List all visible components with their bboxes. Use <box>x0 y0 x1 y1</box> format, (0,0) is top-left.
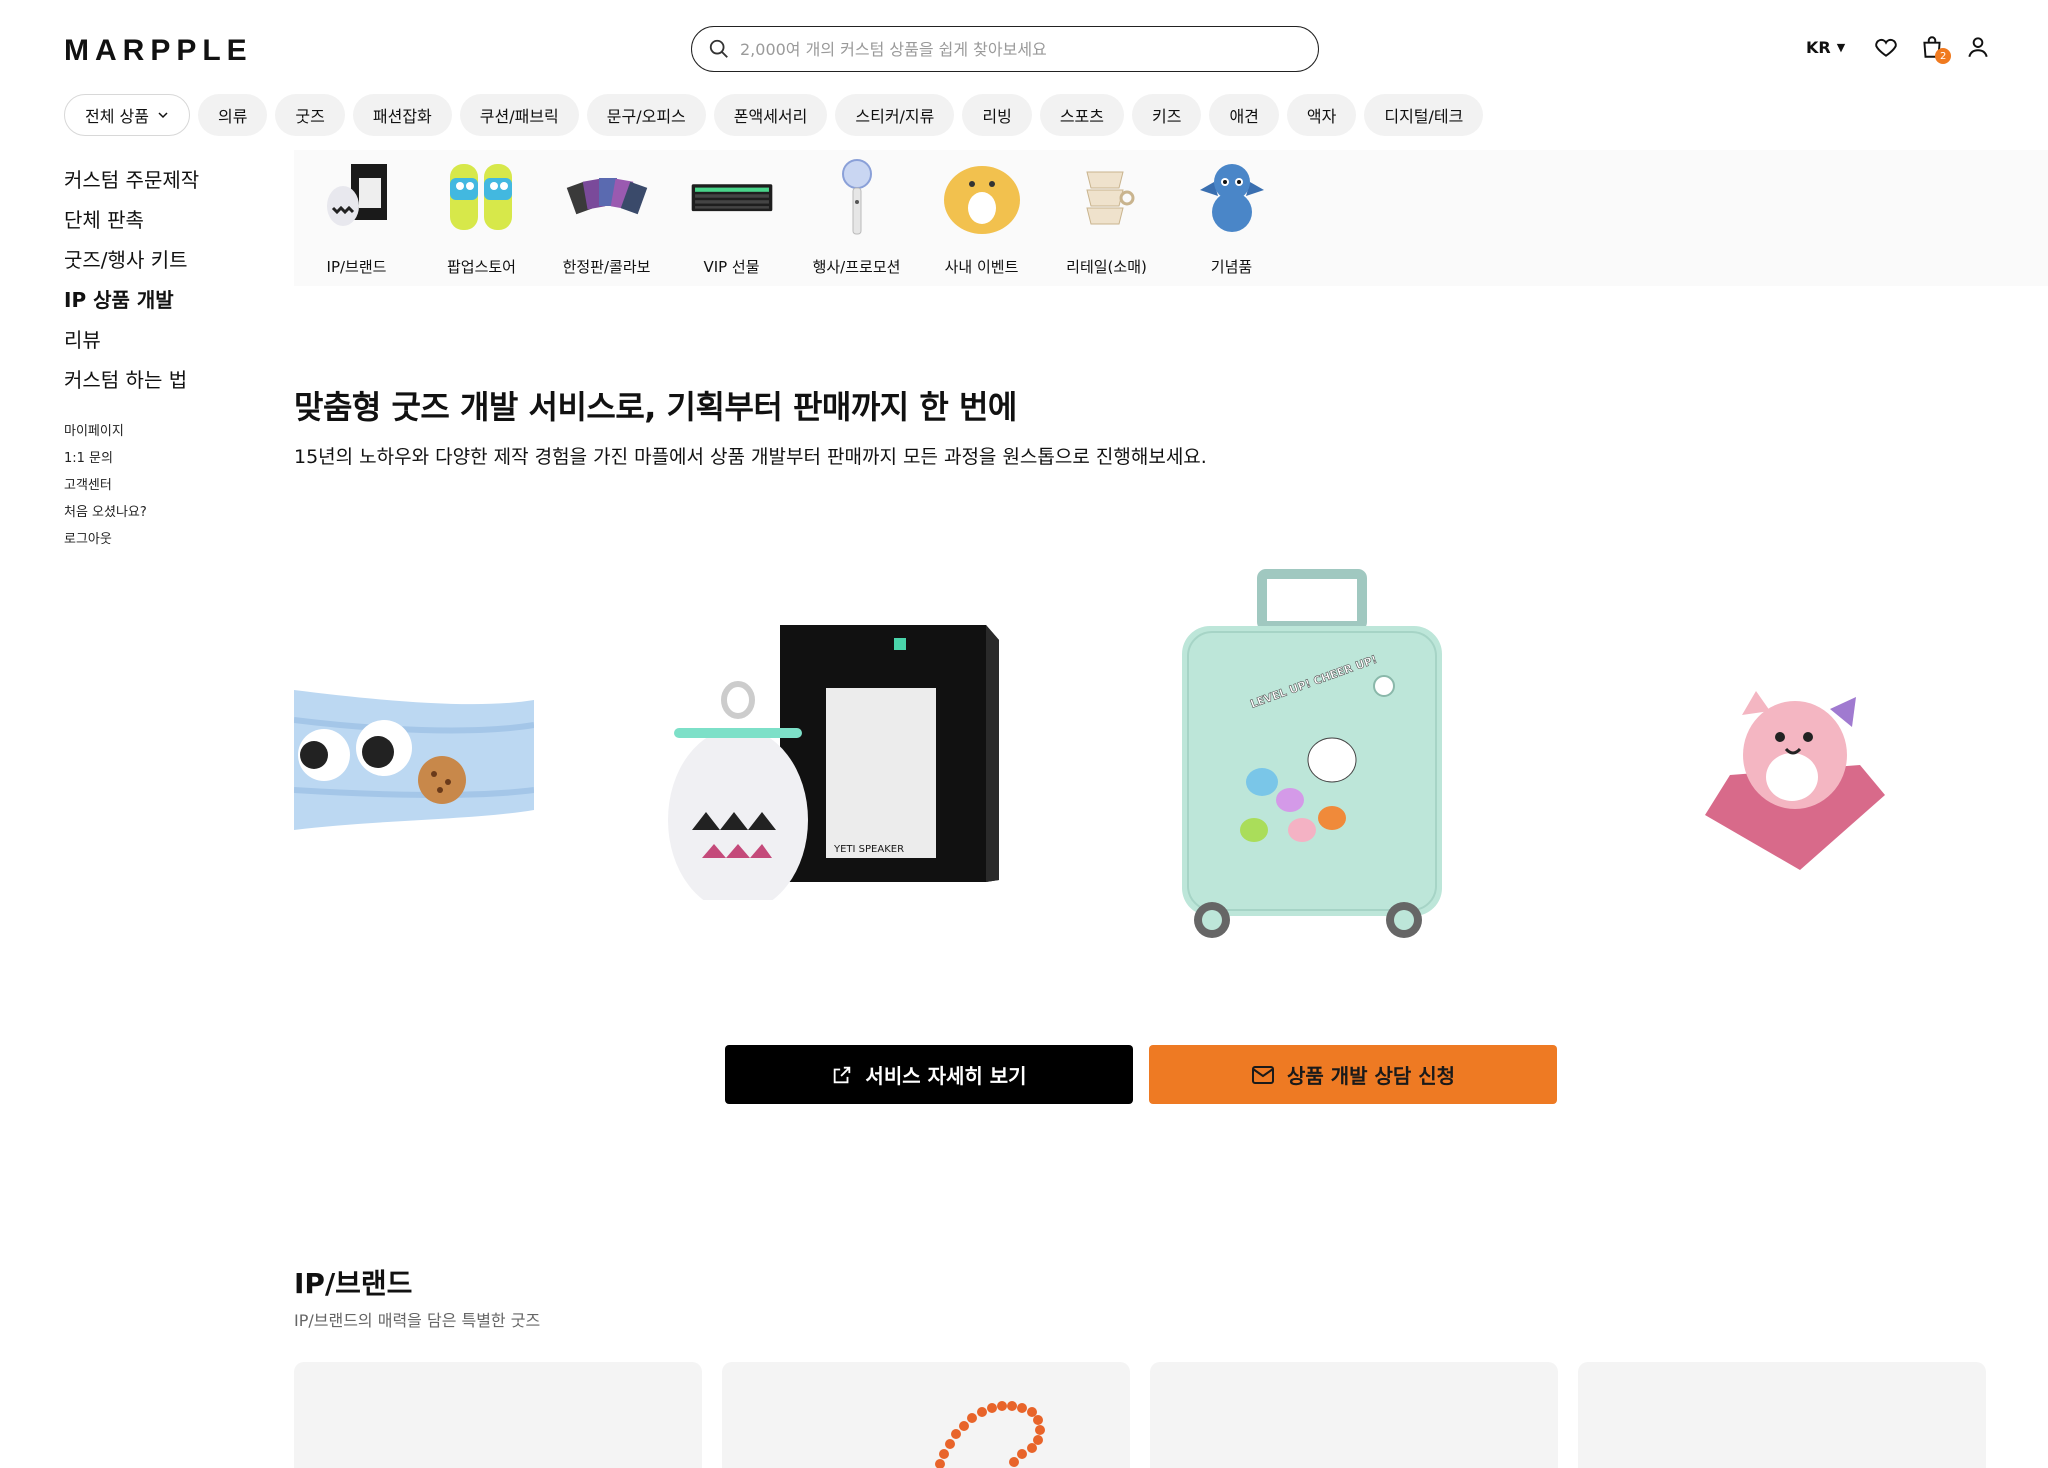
sidebar-item-custom-order[interactable]: 커스텀 주문제작 <box>64 166 199 206</box>
hero-title: 맞춤형 굿즈 개발 서비스로, 기획부터 판매까지 한 번에 <box>294 388 1017 426</box>
caret-down-icon: ▼ <box>1836 40 1846 54</box>
category-chips: 전체 상품 의류 굿즈 패션잡화 쿠션/패브릭 문구/오피스 폰액세서리 스티커… <box>64 94 1484 136</box>
page: MARPPLE KR ▼ 2 <box>0 0 2048 1468</box>
dragon-plush-thumb <box>1190 154 1274 238</box>
cart-count-badge: 2 <box>1935 48 1952 64</box>
yeti-speaker-image: YETI SPEAKER <box>664 620 1004 912</box>
headband-image <box>293 680 535 844</box>
sidebar-link-mypage[interactable]: 마이페이지 <box>64 422 199 449</box>
cards-thumb <box>565 154 649 238</box>
chip-category[interactable]: 쿠션/패브릭 <box>459 94 579 136</box>
language-selector[interactable]: KR ▼ <box>1806 38 1845 57</box>
strip-label: 팝업스토어 <box>446 258 516 276</box>
speaker-box-thumb <box>315 154 399 238</box>
chip-category[interactable]: 폰액세서리 <box>713 94 828 136</box>
section-subtitle: IP/브랜드의 매력을 담은 특별한 굿즈 <box>294 1311 541 1330</box>
strip-item-souvenir[interactable]: 기념품 <box>1169 154 1294 277</box>
strip-label: VIP 선물 <box>703 258 760 276</box>
product-card[interactable] <box>1578 1362 1986 1468</box>
chip-category[interactable]: 애견 <box>1209 94 1279 136</box>
lightstick-thumb <box>815 154 899 238</box>
product-card-list <box>294 1362 1986 1468</box>
consult-request-button[interactable]: 상품 개발 상담 신청 <box>1149 1045 1557 1104</box>
strip-item-company-event[interactable]: 사내 이벤트 <box>919 154 1044 277</box>
strip-label: 사내 이벤트 <box>944 258 1019 276</box>
chip-category[interactable]: 디지털/테크 <box>1364 94 1484 136</box>
sidebar-link-first-visit[interactable]: 처음 오셨나요? <box>64 503 199 530</box>
chip-label: 전체 상품 <box>85 107 149 126</box>
sidebar-sub-menu: 마이페이지 1:1 문의 고객센터 처음 오셨나요? 로그아웃 <box>64 422 199 557</box>
sidebar-item-group-promo[interactable]: 단체 판촉 <box>64 206 199 246</box>
consult-request-label: 상품 개발 상담 신청 <box>1286 1064 1456 1088</box>
sidebar-item-ip-development[interactable]: IP 상품 개발 <box>64 286 199 326</box>
sidebar-item-goods-kit[interactable]: 굿즈/행사 키트 <box>64 246 199 286</box>
chevron-down-icon <box>158 112 168 119</box>
chip-category[interactable]: 굿즈 <box>275 94 345 136</box>
strip-item-popup-store[interactable]: 팝업스토어 <box>419 154 544 277</box>
language-label: KR <box>1806 37 1831 57</box>
strip-label: 기념품 <box>1210 258 1253 276</box>
product-card[interactable] <box>722 1362 1130 1468</box>
user-icon[interactable] <box>1963 32 1993 62</box>
suitcase-image: LEVEL UP! CHEER UP! <box>1172 568 1452 952</box>
strip-item-retail[interactable]: 리테일(소매) <box>1044 154 1169 277</box>
product-card[interactable] <box>1150 1362 1558 1468</box>
strip-item-event-promo[interactable]: 행사/프로모션 <box>794 154 919 277</box>
chip-category[interactable]: 스티커/지류 <box>835 94 955 136</box>
chip-category[interactable]: 리빙 <box>962 94 1032 136</box>
strip-item-ip-brand[interactable]: IP/브랜드 <box>294 154 419 277</box>
sidebar-item-review[interactable]: 리뷰 <box>64 326 199 366</box>
slippers-thumb <box>440 154 524 238</box>
sidebar-item-how-to[interactable]: 커스텀 하는 법 <box>64 366 199 406</box>
sidebar-link-support[interactable]: 고객센터 <box>64 476 199 503</box>
logo[interactable]: MARPPLE <box>64 34 253 68</box>
chip-category[interactable]: 키즈 <box>1132 94 1202 136</box>
strip-label: IP/브랜드 <box>326 258 387 276</box>
heart-icon[interactable] <box>1871 32 1901 62</box>
search-bar[interactable] <box>691 26 1319 72</box>
mail-icon <box>1251 1065 1274 1084</box>
external-link-icon <box>834 1066 851 1083</box>
sidebar-main-menu: 커스텀 주문제작 단체 판촉 굿즈/행사 키트 IP 상품 개발 리뷰 커스텀 … <box>64 166 199 406</box>
header-actions: KR ▼ 2 <box>1806 32 1993 64</box>
strip-label: 행사/프로모션 <box>812 258 901 276</box>
sidebar-link-inquiry[interactable]: 1:1 문의 <box>64 449 199 476</box>
keyboard-thumb <box>690 154 774 238</box>
bead-chain-image <box>935 1401 1045 1468</box>
chip-category[interactable]: 패션잡화 <box>352 94 452 136</box>
cart-icon[interactable]: 2 <box>1917 32 1952 64</box>
hero-subtitle: 15년의 노하우와 다양한 제작 경험을 가진 마플에서 상품 개발부터 판매까… <box>294 446 1207 468</box>
sidebar-link-logout[interactable]: 로그아웃 <box>64 530 199 557</box>
sidebar: 커스텀 주문제작 단체 판촉 굿즈/행사 키트 IP 상품 개발 리뷰 커스텀 … <box>64 166 199 557</box>
chip-category[interactable]: 문구/오피스 <box>586 94 706 136</box>
search-input[interactable] <box>740 39 1280 59</box>
product-card[interactable] <box>294 1362 702 1468</box>
usecase-strip: IP/브랜드 팝업스토어 한정판/콜라보 VIP 선물 행사/프로모션 사내 이… <box>294 150 2048 286</box>
search-icon <box>709 39 728 58</box>
header: MARPPLE KR ▼ 2 <box>0 0 2048 100</box>
cups-thumb <box>1065 154 1149 238</box>
strip-item-vip-gift[interactable]: VIP 선물 <box>669 154 794 277</box>
strip-item-limited-collab[interactable]: 한정판/콜라보 <box>544 154 669 277</box>
service-detail-button[interactable]: 서비스 자세히 보기 <box>725 1045 1133 1104</box>
chip-category[interactable]: 액자 <box>1286 94 1357 136</box>
service-detail-label: 서비스 자세히 보기 <box>865 1064 1027 1088</box>
section-title: IP/브랜드 <box>294 1267 413 1300</box>
chip-category[interactable]: 스포츠 <box>1039 94 1124 136</box>
keycap-figure-image <box>1700 665 1890 879</box>
strip-label: 리테일(소매) <box>1066 258 1147 276</box>
chip-category[interactable]: 의류 <box>197 94 268 136</box>
speaker-box-text: YETI SPEAKER <box>833 844 904 855</box>
strip-label: 한정판/콜라보 <box>562 258 651 276</box>
chip-all-products[interactable]: 전체 상품 <box>64 94 190 136</box>
neck-pillow-thumb <box>940 154 1024 238</box>
